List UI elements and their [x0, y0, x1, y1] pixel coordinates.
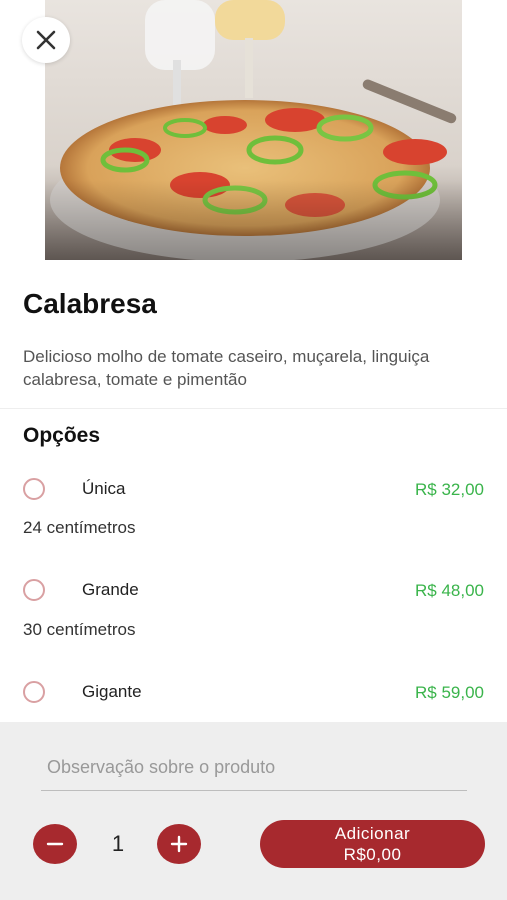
option-price: R$ 48,00: [415, 581, 484, 600]
option-price: R$ 59,00: [415, 683, 484, 702]
product-description: Delicioso molho de tomate caseiro, muçar…: [23, 347, 430, 389]
option-subtitle: 24 centímetros: [23, 518, 136, 537]
option-name: Única: [82, 479, 126, 498]
option-price: R$ 32,00: [415, 480, 484, 499]
increase-quantity-button[interactable]: [157, 824, 201, 864]
option-radio-unica[interactable]: [23, 478, 45, 500]
option-subtitle: 30 centímetros: [23, 620, 136, 639]
close-button[interactable]: [22, 17, 70, 63]
option-name: Grande: [82, 580, 139, 599]
product-title: Calabresa: [23, 288, 157, 319]
options-title: Opções: [23, 424, 101, 447]
divider: [0, 408, 507, 409]
add-button-label: Adicionar: [334, 824, 411, 843]
quantity-value: 1: [111, 831, 125, 856]
option-name: Gigante: [82, 682, 142, 701]
minus-icon: [46, 842, 64, 846]
close-icon: [36, 30, 56, 50]
add-to-cart-button[interactable]: Adicionar R$0,00: [260, 820, 485, 868]
pizza-photo: [45, 0, 462, 300]
plus-icon: [170, 835, 188, 853]
add-button-total: R$0,00: [343, 845, 402, 864]
observation-input[interactable]: [41, 745, 467, 791]
decrease-quantity-button[interactable]: [33, 824, 77, 864]
option-radio-grande[interactable]: [23, 579, 45, 601]
option-radio-gigante[interactable]: [23, 681, 45, 703]
product-image: [0, 0, 507, 300]
